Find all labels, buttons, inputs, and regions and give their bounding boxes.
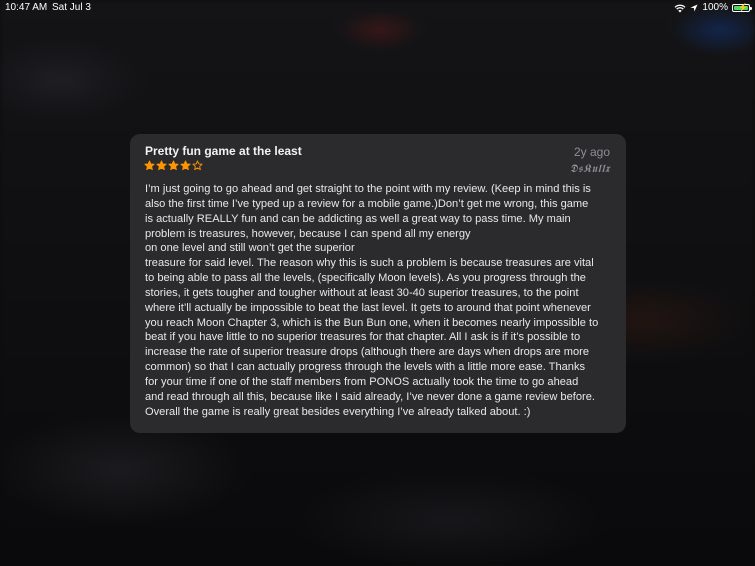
review-author: 𝕯𝖘𝕶𝖚𝖑𝖑𝖝 [569,162,610,175]
status-date: Sat Jul 3 [52,2,91,13]
charging-bolt-icon: ⚡ [738,3,748,12]
star-filled-icon [168,160,179,171]
star-filled-icon [144,160,155,171]
review-title: Pretty fun game at the least [145,144,302,158]
battery-charging-icon: ⚡ [732,3,752,12]
battery-percent: 100% [702,2,728,13]
star-filled-icon [180,160,191,171]
wifi-icon [674,4,686,13]
location-icon [690,4,698,12]
status-indicators: 100% ⚡ [674,0,752,16]
star-filled-icon [156,160,167,171]
status-time: 10:47 AM [5,2,48,13]
review-body: I’m just going to go ahead and get strai… [145,183,599,418]
star-rating [144,160,203,171]
review-date: 2y ago [573,145,610,159]
star-empty-icon [192,160,203,171]
review-card[interactable]: Pretty fun game at the least 2y ago 𝕯𝖘𝕶𝖚… [130,134,626,433]
status-bar: 10:47 AM Sat Jul 3 100% ⚡ [0,0,755,16]
